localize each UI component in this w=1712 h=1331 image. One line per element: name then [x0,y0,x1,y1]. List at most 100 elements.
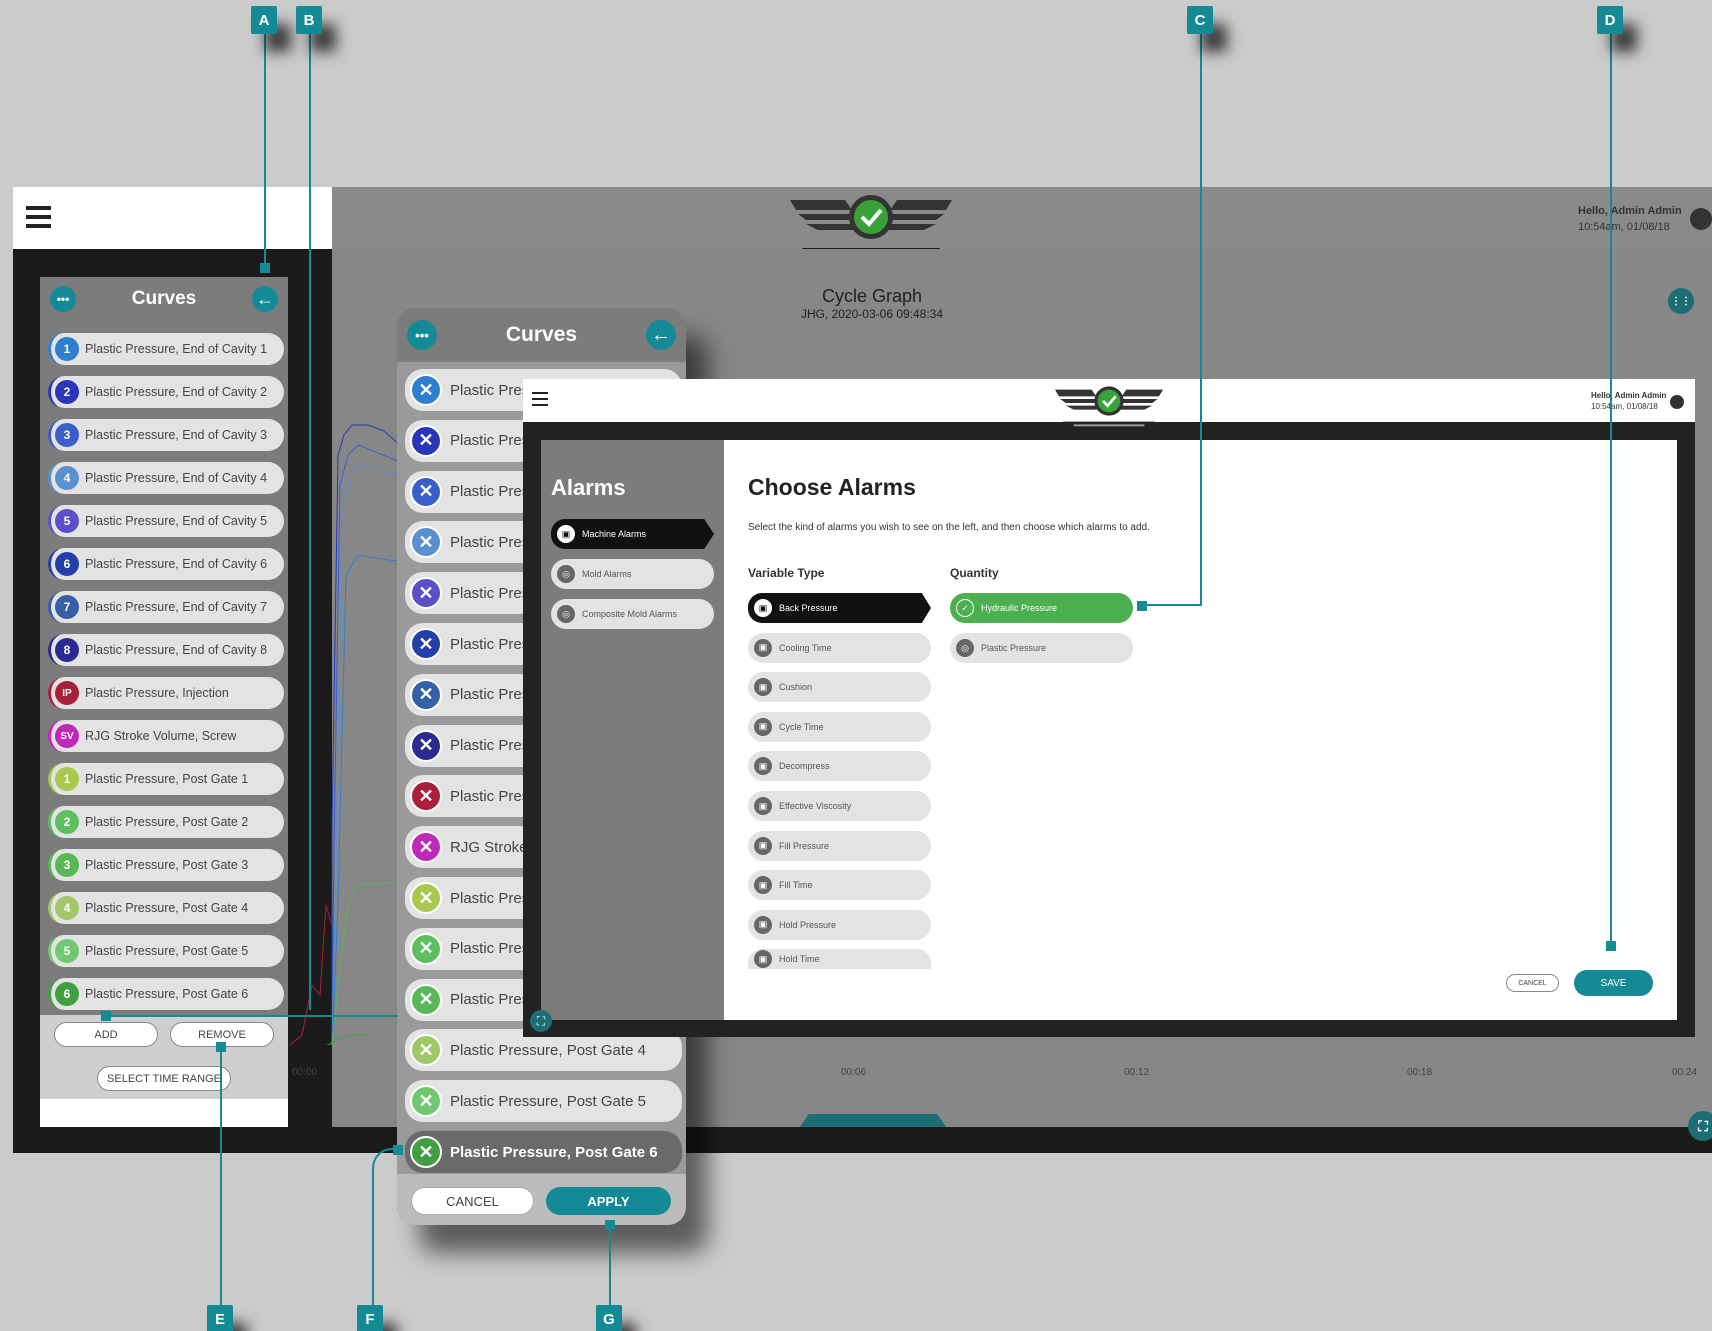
curve-label: Plastic Pres [450,787,530,805]
curve-list-item[interactable]: 3 Plastic Pressure, End of Cavity 3 [48,419,284,451]
curve-label: Plastic Pres [450,483,530,501]
close-x-icon[interactable]: ✕ [410,1085,442,1118]
apply-button[interactable]: APPLY [546,1187,671,1215]
curve-list-item[interactable]: 2 Plastic Pressure, End of Cavity 2 [48,376,284,408]
variable-type-item[interactable]: ▣ Hold Time [748,949,931,970]
close-x-icon[interactable]: ✕ [410,475,442,508]
curve-label: Plastic Pressure, Post Gate 4 [450,1041,646,1059]
variable-type-item[interactable]: ▣ Decompress [748,751,931,782]
variable-type-item[interactable]: ▣ Back Pressure [748,593,931,623]
curve-badge: 5 [55,509,79,533]
curve-list-item[interactable]: 2 Plastic Pressure, Post Gate 2 [48,806,284,838]
curve-list-item[interactable]: 1 Plastic Pressure, Post Gate 1 [48,763,284,795]
curve-list-item[interactable]: 4 Plastic Pressure, End of Cavity 4 [48,462,284,494]
callout-label: C [1187,6,1213,34]
fullscreen-icon[interactable]: ⛶ [530,1010,552,1032]
close-x-icon[interactable]: ✕ [410,729,442,762]
more-options-icon[interactable]: ••• [50,286,76,312]
remove-curve-item[interactable]: ✕ Plastic Pressure, Post Gate 6 [405,1131,682,1173]
variable-type-icon: ▣ [754,876,772,895]
curve-label: Plastic Pressure, End of Cavity 2 [85,385,268,399]
variable-type-icon: ▣ [754,915,772,934]
alarms-cancel-button[interactable]: CANCEL [1506,974,1559,992]
bottom-drawer-handle[interactable] [800,1114,946,1127]
variable-type-label: Cushion [779,682,813,693]
back-arrow-icon[interactable]: ← [251,286,278,312]
callout-label: E [207,1305,233,1331]
category-mold-alarms[interactable]: ◎ Mold Alarms [551,559,714,589]
cancel-button[interactable]: CANCEL [411,1187,534,1215]
curve-list-item[interactable]: 1 Plastic Pressure, End of Cavity 1 [48,333,284,365]
close-x-icon[interactable]: ✕ [410,831,442,864]
curve-label: Plastic Pressure, End of Cavity 5 [85,514,268,528]
curve-label: Plastic Pres [450,533,530,551]
curve-list-item[interactable]: IP Plastic Pressure, Injection [48,677,284,709]
variable-type-icon: ▣ [754,638,772,657]
variable-type-item[interactable]: ▣ Cooling Time [748,632,931,663]
close-x-icon[interactable]: ✕ [410,882,442,914]
close-x-icon[interactable]: ✕ [410,983,442,1016]
curve-label: Plastic Pres [450,432,530,450]
curve-list-item[interactable]: SV RJG Stroke Volume, Screw [48,720,284,752]
close-x-icon[interactable]: ✕ [410,424,442,457]
user-profile-icon[interactable] [1690,208,1712,230]
variable-type-label: Effective Viscosity [779,801,852,811]
alarms-save-button[interactable]: SAVE [1574,970,1653,996]
curve-label: Plastic Pressure, End of Cavity 4 [85,471,268,485]
close-x-icon[interactable]: ✕ [410,374,442,406]
variable-type-label: Back Pressure [779,603,838,613]
close-x-icon[interactable]: ✕ [410,577,442,610]
hamburger-menu-icon[interactable] [26,206,51,228]
grid-view-icon[interactable]: ⋮⋮ [1668,288,1694,314]
curve-list-item[interactable]: 8 Plastic Pressure, End of Cavity 8 [48,634,284,666]
curve-list-item[interactable]: 5 Plastic Pressure, End of Cavity 5 [48,505,284,537]
user-datetime: 10:54am, 01/08/18 [1578,221,1670,233]
graph-subtitle: JHG, 2020-03-06 09:48:34 [800,307,944,321]
curve-list-item[interactable]: 3 Plastic Pressure, Post Gate 3 [48,849,284,881]
variable-type-item[interactable]: ▣ Hold Pressure [748,909,931,940]
close-x-icon[interactable]: ✕ [410,780,442,813]
curve-list-item[interactable]: 6 Plastic Pressure, End of Cavity 6 [48,548,284,580]
curve-list-item[interactable]: 7 Plastic Pressure, End of Cavity 7 [48,591,284,623]
curve-label: Plastic Pres [450,635,530,653]
curve-label: Plastic Pressure, Post Gate 6 [85,987,249,1001]
close-x-icon[interactable]: ✕ [410,678,442,711]
quantity-hydraulic-pressure[interactable]: ✓ Hydraulic Pressure [950,593,1133,623]
variable-type-label: Decompress [779,761,830,772]
close-x-icon[interactable]: ✕ [410,1136,442,1168]
category-composite-mold-alarms[interactable]: ◎ Composite Mold Alarms [551,599,714,629]
curve-list-item[interactable]: 6 Plastic Pressure, Post Gate 6 [48,978,284,1010]
variable-type-heading: Variable Type [748,566,825,580]
user-profile-icon[interactable] [1670,395,1684,409]
callout-anchor [101,1011,111,1021]
curve-label: Plastic Pres [450,381,530,399]
close-x-icon[interactable]: ✕ [410,628,442,660]
check-icon: ✓ [956,599,974,617]
callout-label: B [296,6,322,34]
callout-line [1138,604,1202,606]
back-arrow-icon[interactable]: ← [645,320,676,350]
curve-label: Plastic Pres [450,686,530,704]
variable-type-item[interactable]: ▣ Effective Viscosity [748,791,931,821]
curve-label: RJG Stroke Volume, Screw [85,729,237,743]
close-x-icon[interactable]: ✕ [410,1034,442,1067]
variable-type-item[interactable]: ▣ Fill Pressure [748,830,931,861]
fullscreen-icon[interactable]: ⛶ [1688,1111,1712,1141]
variable-type-item[interactable]: ▣ Fill Time [748,870,931,901]
select-time-range-button[interactable]: SELECT TIME RANGE [97,1066,231,1091]
curve-badge: SV [55,724,79,748]
category-machine-alarms[interactable]: ▣ Machine Alarms [551,519,714,549]
remove-curve-item[interactable]: ✕ Plastic Pressure, Post Gate 5 [405,1080,682,1123]
close-x-icon[interactable]: ✕ [410,526,442,559]
curve-list-item[interactable]: 4 Plastic Pressure, Post Gate 4 [48,892,284,924]
curve-list-item[interactable]: 5 Plastic Pressure, Post Gate 5 [48,935,284,967]
variable-type-item[interactable]: ▣ Cushion [748,672,931,703]
more-options-icon[interactable]: ••• [407,320,437,350]
curve-label: Plastic Pressure, Post Gate 2 [85,815,249,829]
variable-type-item[interactable]: ▣ Cycle Time [748,711,931,742]
quantity-plastic-pressure[interactable]: ◎ Plastic Pressure [950,633,1133,663]
curve-badge: 6 [55,552,79,576]
hamburger-menu-icon[interactable] [532,392,548,406]
add-button[interactable]: ADD [54,1022,158,1047]
close-x-icon[interactable]: ✕ [410,932,442,965]
